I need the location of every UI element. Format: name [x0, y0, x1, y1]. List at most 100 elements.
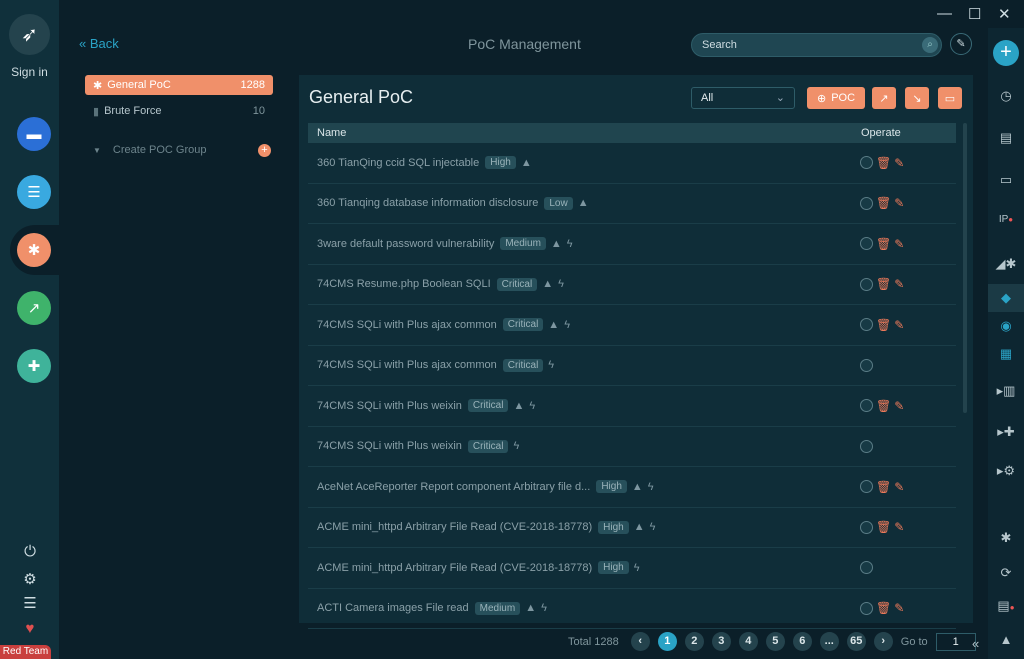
power-icon[interactable]: ⏻ — [18, 543, 42, 560]
clock-icon[interactable]: ◷ — [988, 88, 1024, 104]
toggle-icon[interactable] — [860, 156, 873, 170]
document-icon[interactable]: ▤ — [988, 130, 1024, 146]
bug-refresh-icon[interactable]: ✱ — [988, 530, 1024, 546]
delete-icon[interactable]: 🗑 — [876, 277, 891, 291]
poc-name[interactable]: 74CMS SQLi with Plus weixin — [317, 400, 462, 412]
table-row[interactable]: 74CMS SQLi with Plus weixin Critical ▲ ϟ 🗑 ✎ — [308, 386, 956, 427]
nav-poc-icon[interactable]: ✱ — [17, 233, 51, 267]
table-row[interactable]: 74CMS SQLi with Plus ajax common Critical… — [308, 305, 956, 346]
toggle-icon[interactable] — [860, 277, 873, 291]
chart-bar-icon[interactable]: ▸▥ — [988, 383, 1024, 399]
toggle-icon[interactable] — [860, 520, 873, 534]
delete-icon[interactable]: 🗑 — [876, 399, 891, 413]
edit-icon[interactable]: ✎ — [950, 33, 972, 55]
page-button[interactable]: 4 — [738, 632, 758, 651]
table-row[interactable]: ACME mini_httpd Arbitrary File Read (CVE… — [308, 508, 956, 548]
export-button[interactable]: ↗ — [872, 87, 896, 109]
table-row[interactable]: ACME mini_httpd Arbitrary File Read (CVE… — [308, 548, 956, 589]
edit-icon[interactable]: ✎ — [894, 399, 904, 413]
ip-icon[interactable]: IP● — [988, 214, 1024, 225]
toggle-icon[interactable] — [860, 480, 873, 494]
toggle-icon[interactable] — [860, 358, 873, 372]
table-row[interactable]: AceNet AceReporter Report component Arbi… — [308, 467, 956, 508]
toggle-icon[interactable] — [860, 399, 873, 413]
page-button[interactable]: 1 — [657, 632, 677, 651]
toggle-icon[interactable] — [860, 439, 873, 453]
page-button[interactable]: 3 — [711, 632, 731, 651]
prev-page-button[interactable]: ‹ — [630, 632, 650, 651]
add-poc-button[interactable]: ⊕ POC — [807, 87, 865, 109]
nav-scan-icon[interactable]: ▬ — [17, 117, 51, 151]
cube-lock-icon[interactable]: ◆ — [988, 284, 1024, 312]
maximize-button[interactable]: ☐ — [968, 5, 981, 23]
poc-name[interactable]: 360 Tianqing database information disclo… — [317, 197, 538, 209]
group-general-poc[interactable]: ✱ General PoC 1288 — [85, 75, 273, 95]
table-row[interactable]: 3ware default password vulnerability Medi… — [308, 224, 956, 265]
filter-select[interactable]: All ⌄ — [691, 87, 795, 109]
table-row[interactable]: 74CMS Resume.php Boolean SQLI Critical ▲ ϟ 🗑… — [308, 265, 956, 305]
nav-list-icon[interactable]: ☰ — [17, 175, 51, 209]
poc-name[interactable]: AceNet AceReporter Report component Arbi… — [317, 481, 590, 493]
delete-icon[interactable]: 🗑 — [876, 520, 891, 534]
poc-name[interactable]: 74CMS Resume.php Boolean SQLI — [317, 278, 491, 290]
table-row[interactable]: ACTI Camera images File read Medium ▲ ϟ 🗑 ✎ — [308, 589, 956, 629]
toggle-icon[interactable] — [860, 318, 873, 332]
toggle-icon[interactable] — [860, 561, 873, 575]
delete-icon[interactable]: 🗑 — [876, 601, 891, 615]
close-button[interactable]: ✕ — [998, 5, 1011, 23]
poc-name[interactable]: 74CMS SQLi with Plus ajax common — [317, 319, 497, 331]
edit-icon[interactable]: ✎ — [894, 520, 904, 534]
search-input[interactable]: Search ⌕ — [691, 33, 942, 57]
toggle-icon[interactable] — [860, 601, 873, 615]
edit-icon[interactable]: ✎ — [894, 318, 904, 332]
report-icon[interactable]: ▤● — [988, 598, 1024, 614]
group-brute-force[interactable]: ▮ Brute Force 10 — [85, 101, 273, 121]
page-button[interactable]: 65 — [846, 632, 866, 651]
page-button[interactable]: 6 — [792, 632, 812, 651]
edit-icon[interactable]: ✎ — [894, 480, 904, 494]
poc-name[interactable]: ACME mini_httpd Arbitrary File Read (CVE… — [317, 562, 592, 574]
settings-icon[interactable]: ⚙ — [18, 570, 42, 588]
delete-icon[interactable]: 🗑 — [876, 480, 891, 494]
nav-plugin-icon[interactable]: ✚ — [17, 349, 51, 383]
table-row[interactable]: 74CMS SQLi with Plus weixin Critical ϟ — [308, 427, 956, 467]
add-icon[interactable]: + — [993, 40, 1019, 66]
warning-icon[interactable]: ▲ — [988, 632, 1024, 647]
server-lock-icon[interactable]: ▦ — [988, 346, 1024, 362]
collapse-icon[interactable]: « — [972, 636, 979, 651]
gear-plugin-icon[interactable]: ▸⚙ — [988, 463, 1024, 479]
edit-icon[interactable]: ✎ — [894, 601, 904, 615]
poc-name[interactable]: ACTI Camera images File read — [317, 602, 469, 614]
nav-chart-icon[interactable]: ↗ — [17, 291, 51, 325]
page-button[interactable]: ... — [819, 632, 839, 651]
poc-name[interactable]: 74CMS SQLi with Plus ajax common — [317, 359, 497, 371]
scrollbar[interactable] — [963, 123, 967, 413]
back-link[interactable]: « Back — [79, 36, 119, 51]
poc-name[interactable]: ACME mini_httpd Arbitrary File Read (CVE… — [317, 521, 592, 533]
page-button[interactable]: 5 — [765, 632, 785, 651]
import-button[interactable]: ↘ — [905, 87, 929, 109]
poc-name[interactable]: 3ware default password vulnerability — [317, 238, 494, 250]
edit-icon[interactable]: ✎ — [894, 156, 904, 170]
search-icon[interactable]: ⌕ — [922, 37, 938, 53]
refresh-icon[interactable]: ⟳ — [988, 565, 1024, 581]
globe-lock-icon[interactable]: ◉ — [988, 318, 1024, 334]
folder-button[interactable]: ▭ — [938, 87, 962, 109]
edit-icon[interactable]: ✎ — [894, 277, 904, 291]
poc-name[interactable]: 74CMS SQLi with Plus weixin — [317, 440, 462, 452]
sign-in-link[interactable]: Sign in — [0, 65, 59, 79]
toggle-icon[interactable] — [860, 196, 873, 210]
puzzle-icon[interactable]: ▸✚ — [988, 424, 1024, 440]
delete-icon[interactable]: 🗑 — [876, 156, 891, 170]
table-row[interactable]: 74CMS SQLi with Plus ajax common Critical… — [308, 346, 956, 386]
goto-input[interactable]: 1 — [935, 632, 976, 651]
edit-icon[interactable]: ✎ — [894, 196, 904, 210]
app-logo[interactable]: ➶ — [9, 14, 50, 55]
minimize-button[interactable]: — — [937, 5, 952, 22]
add-group-icon[interactable]: + — [258, 143, 271, 157]
delete-icon[interactable]: 🗑 — [876, 237, 891, 251]
bug-icon[interactable]: ◢✱ — [988, 256, 1024, 272]
next-page-button[interactable]: › — [873, 632, 893, 651]
poc-name[interactable]: 360 TianQing ccid SQL injectable — [317, 157, 479, 169]
toggle-icon[interactable] — [860, 237, 873, 251]
